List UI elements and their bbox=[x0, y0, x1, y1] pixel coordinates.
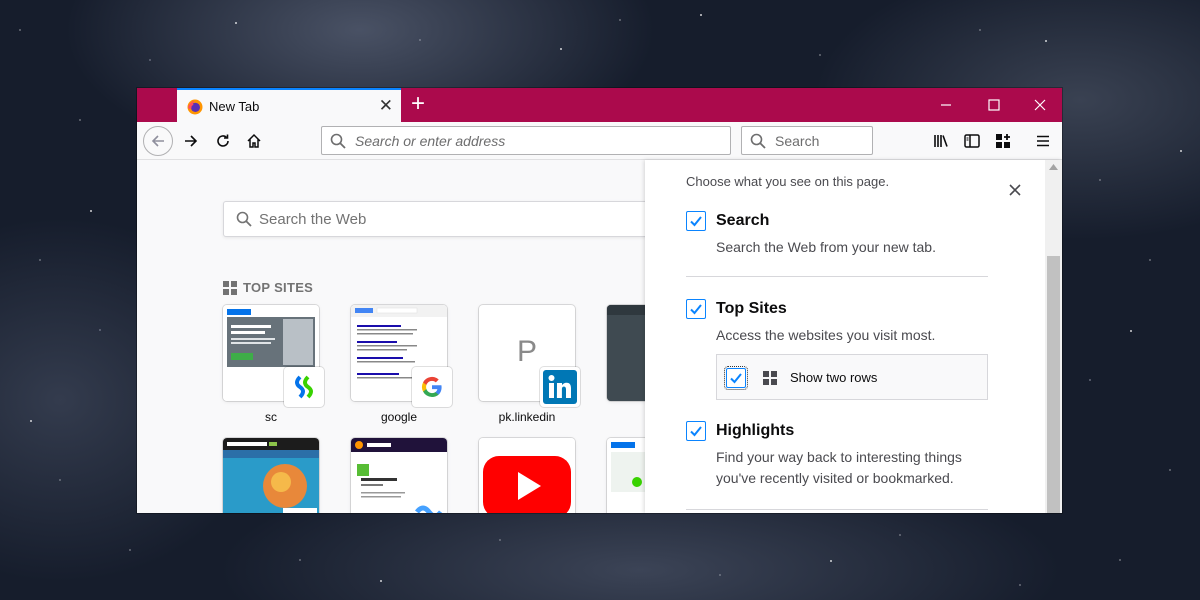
top-site-label: google bbox=[380, 410, 418, 424]
tab-title: New Tab bbox=[209, 99, 260, 114]
tab-new-tab[interactable]: New Tab ✕ bbox=[177, 88, 401, 122]
home-icon bbox=[247, 133, 261, 148]
scroll-up-arrow-icon[interactable] bbox=[1049, 164, 1058, 170]
show-two-rows-label: Show two rows bbox=[790, 370, 878, 385]
close-icon[interactable] bbox=[1007, 182, 1023, 198]
checkmark-icon bbox=[730, 373, 742, 384]
divider bbox=[686, 509, 988, 510]
library-button[interactable] bbox=[927, 127, 955, 155]
top-sites-option-description: Access the websites you visit most. bbox=[716, 327, 936, 343]
browser-window: New Tab ✕ + Search or enter address Sear… bbox=[137, 88, 1062, 513]
close-window-icon[interactable] bbox=[1031, 96, 1049, 114]
top-site-label: sc bbox=[265, 410, 277, 424]
panel-intro: Choose what you see on this page. bbox=[686, 174, 890, 189]
top-sites-heading: TOP SITES bbox=[223, 280, 313, 295]
show-two-rows-option: Show two rows bbox=[716, 354, 988, 400]
youtube-icon bbox=[479, 438, 575, 513]
library-icon bbox=[934, 135, 948, 147]
site-thumbnail bbox=[223, 438, 319, 513]
grid-icon bbox=[763, 371, 777, 385]
site-thumbnail bbox=[351, 438, 447, 513]
minimize-icon[interactable] bbox=[937, 96, 955, 114]
top-site-label: pk.linkedin bbox=[498, 410, 556, 424]
web-search-input[interactable]: Search the Web bbox=[223, 201, 663, 237]
forward-button[interactable] bbox=[177, 127, 205, 155]
search-option-description: Search the Web from your new tab. bbox=[716, 239, 936, 255]
search-checkbox[interactable] bbox=[686, 211, 706, 231]
highlights-option-description-line1: Find your way back to interesting things bbox=[716, 449, 962, 465]
extensions-icon bbox=[996, 134, 1010, 148]
divider bbox=[686, 276, 988, 277]
top-site-tile[interactable] bbox=[351, 438, 447, 513]
panel-scrollbar[interactable] bbox=[1045, 160, 1062, 513]
google-icon bbox=[412, 367, 452, 407]
menu-button[interactable] bbox=[1029, 127, 1057, 155]
highlights-option-description-line2: you've recently visited or bookmarked. bbox=[716, 470, 954, 486]
reload-button[interactable] bbox=[209, 127, 237, 155]
highlights-option-title: Highlights bbox=[716, 422, 795, 439]
top-site-tile[interactable] bbox=[479, 438, 575, 513]
menu-icon bbox=[1037, 135, 1049, 147]
sidebar-icon bbox=[964, 134, 980, 148]
extensions-button[interactable] bbox=[989, 127, 1017, 155]
web-search-placeholder: Search the Web bbox=[259, 211, 367, 228]
highlights-checkbox[interactable] bbox=[686, 421, 706, 441]
search-placeholder: Search bbox=[775, 133, 820, 149]
search-icon bbox=[236, 211, 252, 227]
site-letter: P bbox=[517, 335, 538, 368]
show-two-rows-checkbox[interactable] bbox=[724, 366, 748, 390]
forward-icon bbox=[185, 135, 198, 147]
search-bar[interactable]: Search bbox=[741, 126, 873, 155]
reload-icon bbox=[217, 134, 229, 147]
scrollbar-thumb[interactable] bbox=[1047, 256, 1060, 513]
top-site-tile[interactable] bbox=[223, 438, 319, 513]
tab-close-icon[interactable]: ✕ bbox=[379, 96, 393, 116]
standard-chartered-icon bbox=[284, 367, 324, 407]
back-button[interactable] bbox=[143, 126, 173, 156]
address-placeholder: Search or enter address bbox=[355, 133, 506, 149]
maximize-icon[interactable] bbox=[985, 96, 1003, 114]
new-tab-button[interactable]: + bbox=[411, 92, 425, 116]
search-icon bbox=[330, 133, 346, 149]
checkmark-icon bbox=[690, 304, 702, 315]
back-icon bbox=[151, 135, 164, 147]
home-button[interactable] bbox=[240, 127, 268, 155]
top-sites-checkbox[interactable] bbox=[686, 299, 706, 319]
title-bar: New Tab ✕ + bbox=[137, 88, 1062, 122]
top-sites-option-title: Top Sites bbox=[716, 300, 787, 317]
customize-panel: Choose what you see on this page. Search… bbox=[645, 160, 1062, 513]
navigation-toolbar: Search or enter address Search bbox=[137, 122, 1062, 160]
linkedin-icon bbox=[540, 367, 580, 407]
checkmark-icon bbox=[690, 216, 702, 227]
sidebar-button[interactable] bbox=[958, 127, 986, 155]
firefox-icon bbox=[187, 99, 203, 115]
address-bar[interactable]: Search or enter address bbox=[321, 126, 731, 155]
search-option-title: Search bbox=[716, 212, 770, 229]
checkmark-icon bbox=[690, 426, 702, 437]
grid-icon bbox=[223, 280, 237, 295]
top-sites-heading-text: TOP SITES bbox=[243, 280, 314, 295]
search-icon bbox=[750, 133, 766, 149]
